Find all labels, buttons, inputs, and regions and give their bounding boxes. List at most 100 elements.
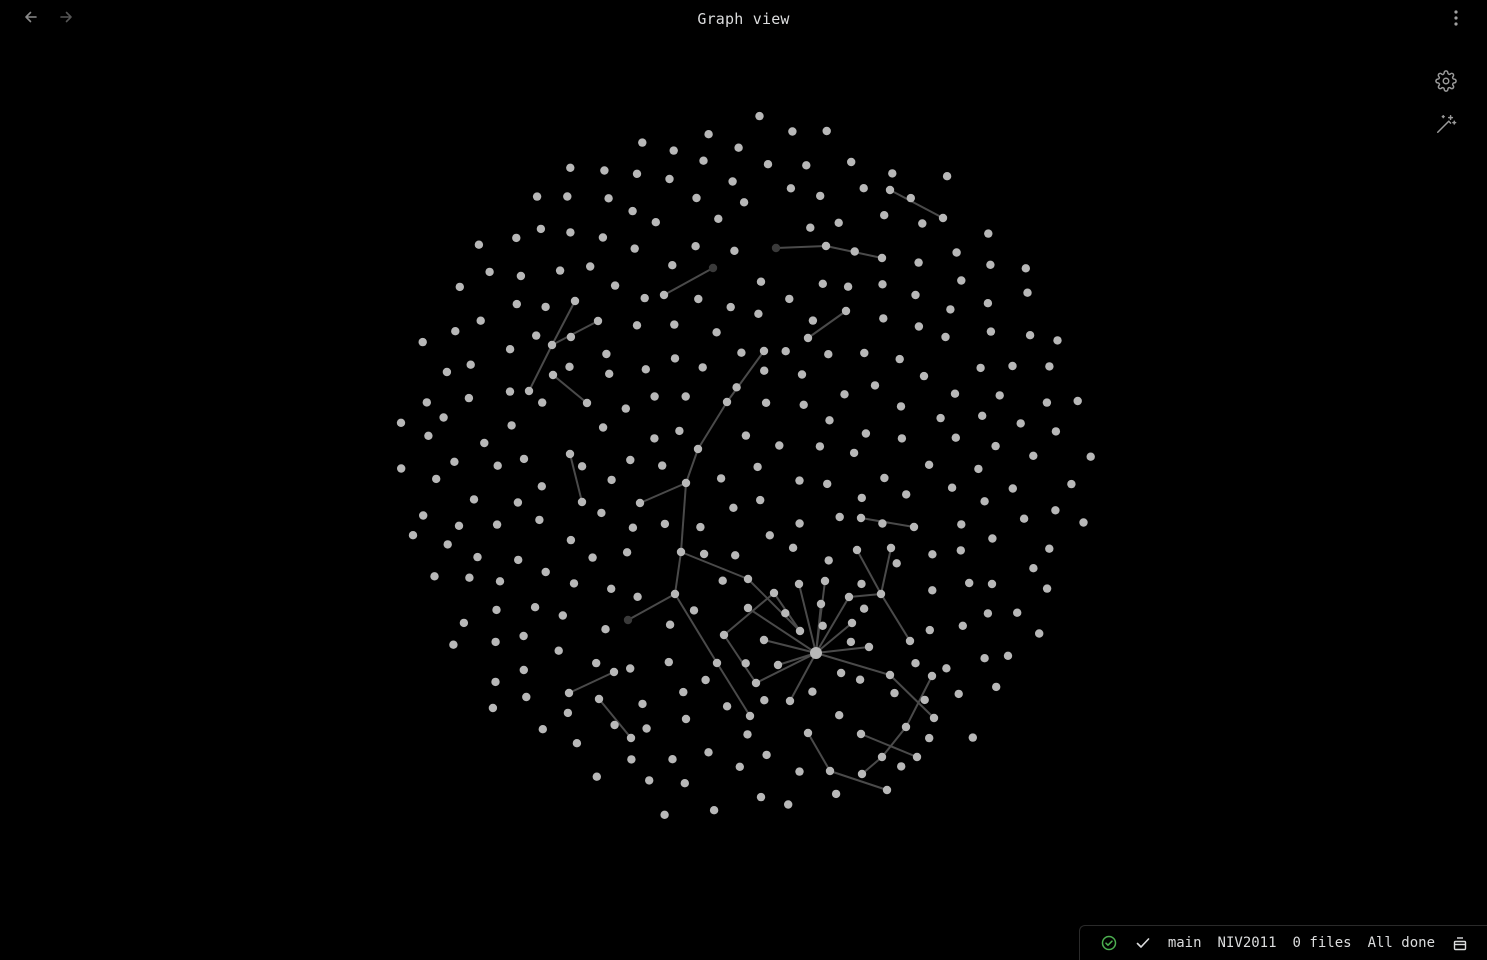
graph-node[interactable] [886, 543, 896, 553]
graph-node[interactable] [876, 589, 886, 599]
graph-node[interactable] [739, 198, 749, 207]
graph-node[interactable] [640, 293, 649, 303]
graph-node[interactable] [824, 350, 833, 359]
graph-node[interactable] [803, 333, 813, 343]
graph-node[interactable] [565, 449, 575, 459]
graph-node[interactable] [735, 762, 744, 771]
graph-node[interactable] [622, 548, 632, 557]
graph-node[interactable] [834, 218, 843, 227]
graph-node[interactable] [408, 531, 418, 540]
graph-node[interactable] [514, 555, 523, 565]
graph-node[interactable] [488, 703, 498, 713]
graph-node[interactable] [1042, 584, 1052, 593]
graph-node[interactable] [532, 331, 541, 340]
graph-node[interactable] [626, 455, 635, 465]
graph-node[interactable] [992, 682, 1001, 692]
graph-node[interactable] [795, 767, 804, 776]
graph-node[interactable] [535, 515, 544, 525]
graph-node[interactable] [756, 792, 766, 802]
graph-node[interactable] [547, 340, 557, 350]
graph-node[interactable] [430, 572, 439, 581]
graph-node[interactable] [825, 416, 834, 425]
graph-node[interactable] [980, 654, 989, 663]
graph-node[interactable] [592, 772, 601, 781]
graph-node[interactable] [519, 631, 528, 641]
graph-node[interactable] [449, 640, 458, 649]
graph-node[interactable] [1045, 544, 1054, 553]
graph-node[interactable] [572, 739, 582, 748]
graph-node[interactable] [512, 299, 521, 309]
graph-node[interactable] [857, 493, 866, 503]
graph-node[interactable] [675, 426, 684, 436]
graph-node[interactable] [732, 383, 741, 392]
graph-node[interactable] [1016, 419, 1025, 428]
graph-node[interactable] [906, 193, 915, 203]
graph-node[interactable] [897, 434, 907, 443]
graph-node[interactable] [722, 702, 732, 711]
graph-node[interactable] [1019, 514, 1029, 523]
graph-node[interactable] [480, 438, 489, 448]
graph-node[interactable] [840, 390, 849, 399]
graph-node[interactable] [878, 519, 887, 528]
graph-node[interactable] [821, 241, 831, 251]
graph-node[interactable] [668, 755, 677, 764]
graph-node[interactable] [773, 660, 783, 670]
graph-node[interactable] [912, 752, 922, 762]
graph-node[interactable] [566, 535, 576, 545]
graph-node[interactable] [516, 271, 526, 281]
graph-canvas[interactable] [0, 40, 1487, 920]
graph-node[interactable] [818, 279, 827, 288]
graph-node[interactable] [722, 397, 732, 407]
graph-node[interactable] [954, 689, 963, 699]
layout-toggle[interactable] [1443, 926, 1477, 960]
graph-node[interactable] [577, 462, 587, 471]
graph-node[interactable] [602, 349, 611, 359]
graph-node[interactable] [665, 620, 675, 629]
graph-node[interactable] [901, 722, 911, 732]
graph-node[interactable] [924, 460, 934, 469]
graph-node[interactable] [928, 550, 937, 559]
graph-node[interactable] [941, 332, 950, 342]
graph-node[interactable] [870, 381, 880, 390]
graph-node[interactable] [1053, 336, 1062, 345]
graph-node[interactable] [541, 302, 550, 312]
graph-node[interactable] [582, 398, 592, 408]
graph-node[interactable] [784, 800, 793, 809]
graph-node[interactable] [473, 552, 482, 562]
graph-node[interactable] [843, 282, 853, 291]
graph-node[interactable] [797, 370, 807, 379]
graph-node[interactable] [451, 327, 460, 336]
graph-node[interactable] [909, 522, 919, 532]
graph-node[interactable] [443, 540, 452, 549]
graph-node[interactable] [936, 413, 945, 423]
graph-node[interactable] [756, 277, 766, 286]
graph-node[interactable] [888, 169, 897, 178]
graph-node[interactable] [704, 748, 713, 757]
graph-node[interactable] [760, 366, 769, 375]
graph-node[interactable] [454, 521, 464, 530]
graph-node[interactable] [911, 290, 920, 300]
graph-node[interactable] [660, 519, 670, 529]
graph-node[interactable] [942, 172, 952, 181]
graph-node[interactable] [530, 603, 540, 612]
graph-node[interactable] [788, 127, 797, 136]
graph-node[interactable] [694, 294, 703, 304]
graph-node[interactable] [877, 752, 887, 762]
graph-node[interactable] [835, 711, 844, 720]
graph-node[interactable] [712, 658, 722, 668]
graph-node[interactable] [751, 678, 761, 688]
graph-node[interactable] [532, 192, 542, 201]
graph-node[interactable] [731, 551, 740, 560]
graph-node[interactable] [626, 733, 636, 743]
graph-node[interactable] [442, 367, 452, 377]
graph-node[interactable] [495, 577, 505, 586]
graph-node[interactable] [548, 370, 558, 380]
graph-node[interactable] [730, 246, 739, 255]
graph-node[interactable] [1073, 396, 1082, 406]
graph-node[interactable] [621, 404, 630, 413]
graph-node[interactable] [605, 369, 614, 378]
graph-node[interactable] [788, 543, 798, 552]
graph-node[interactable] [681, 392, 690, 401]
git-branch[interactable]: main [1160, 926, 1210, 960]
graph-node[interactable] [759, 635, 769, 645]
